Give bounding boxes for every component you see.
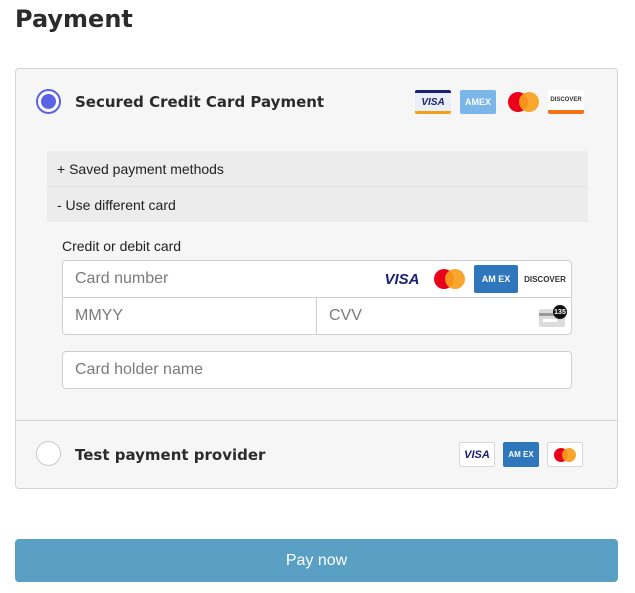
cvv-field[interactable]	[316, 297, 572, 335]
discover-icon: DISCOVER	[524, 274, 566, 284]
expiry-input[interactable]	[75, 298, 317, 334]
saved-payment-methods-toggle[interactable]: + Saved payment methods	[47, 151, 588, 186]
card-holder-input[interactable]	[75, 352, 571, 388]
card-holder-field[interactable]	[62, 351, 572, 389]
expiry-field[interactable]	[62, 297, 318, 335]
mastercard-icon	[547, 442, 583, 467]
cvv-card-icon: 135	[539, 305, 567, 327]
cvv-hint-badge: 135	[553, 305, 567, 319]
credit-card-radio[interactable]	[36, 89, 61, 114]
use-different-card-toggle[interactable]: - Use different card	[47, 187, 588, 222]
amex-icon: AM EX	[503, 442, 539, 467]
payment-methods-panel: Secured Credit Card Payment VISA AMEX DI…	[15, 68, 618, 489]
credit-card-option-label[interactable]: Secured Credit Card Payment	[75, 93, 324, 111]
amex-icon: AMEX	[460, 90, 496, 114]
cvv-input[interactable]	[329, 298, 571, 334]
amex-icon: AM EX	[474, 265, 518, 293]
card-form-caption: Credit or debit card	[62, 238, 182, 254]
mastercard-icon	[432, 268, 468, 290]
option-divider	[16, 420, 617, 421]
page-title: Payment	[15, 5, 133, 33]
test-provider-option-label[interactable]: Test payment provider	[75, 446, 265, 464]
pay-now-button[interactable]: Pay now	[15, 539, 618, 582]
visa-icon: VISA	[384, 270, 420, 288]
mastercard-icon	[505, 90, 541, 114]
visa-icon: VISA	[459, 442, 495, 467]
test-provider-radio[interactable]	[36, 441, 61, 466]
discover-icon: DISCOVER	[548, 90, 584, 114]
visa-icon: VISA	[415, 90, 451, 114]
